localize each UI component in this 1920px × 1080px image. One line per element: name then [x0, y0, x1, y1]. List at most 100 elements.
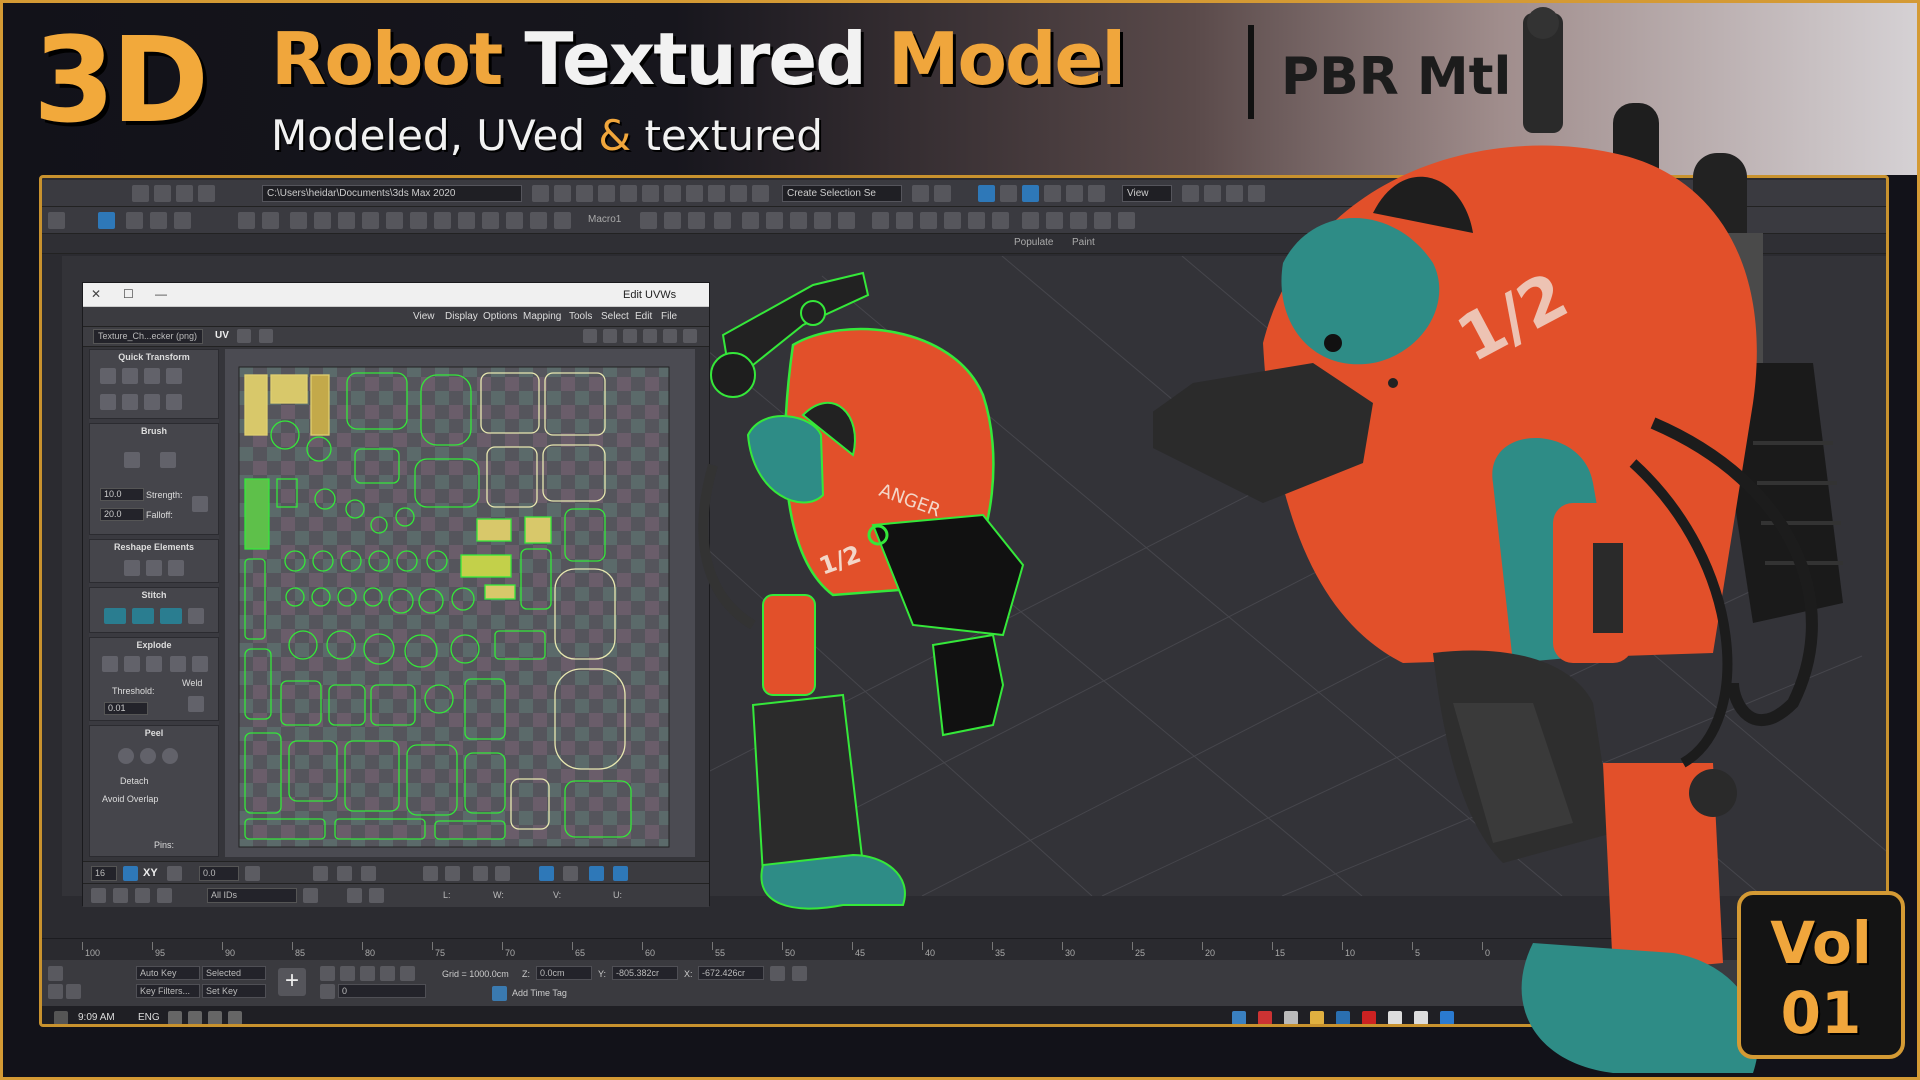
add-key-icon[interactable]: + [278, 968, 306, 996]
box-icon[interactable] [386, 212, 403, 229]
straighten-icon[interactable] [124, 560, 140, 576]
grid-icon[interactable] [410, 212, 427, 229]
snap-toggle-icon[interactable] [1022, 185, 1039, 202]
paint-icon[interactable] [347, 888, 362, 903]
camera-icon[interactable] [314, 212, 331, 229]
fur-icon[interactable] [920, 212, 937, 229]
selection-set-field[interactable]: Create Selection Se [782, 185, 902, 202]
expand-icon[interactable] [613, 866, 628, 881]
peel-reset-icon[interactable] [162, 748, 178, 764]
weld-selected-icon[interactable] [192, 656, 208, 672]
next-frame-icon[interactable] [340, 966, 355, 981]
edge-mode-icon[interactable] [313, 866, 328, 881]
named-sel-icon[interactable] [912, 185, 929, 202]
vfx-icon[interactable] [872, 212, 889, 229]
element-mode-icon[interactable] [361, 866, 376, 881]
scene-explorer-icon[interactable] [554, 185, 571, 202]
z-field[interactable]: 0.0cm [536, 966, 592, 980]
curve-editor-icon[interactable] [642, 185, 659, 202]
layer-manager-icon[interactable] [730, 185, 747, 202]
xy-label[interactable]: XY [143, 867, 158, 879]
cube-select-icon[interactable] [539, 866, 554, 881]
clock-icon[interactable] [640, 212, 657, 229]
sphere-icon-3[interactable] [174, 212, 191, 229]
list-icon[interactable] [664, 212, 681, 229]
menu-mapping[interactable]: Mapping [523, 311, 561, 322]
move-icon[interactable] [238, 212, 255, 229]
scale-uv-icon[interactable] [623, 329, 637, 343]
rotate-uv-icon[interactable] [603, 329, 617, 343]
minimize-icon[interactable]: — [155, 287, 167, 301]
zoom-extents-icon[interactable] [157, 888, 172, 903]
uv-canvas[interactable] [225, 349, 695, 857]
spinner-snap-icon[interactable] [978, 185, 995, 202]
fog-icon[interactable] [1046, 212, 1063, 229]
lock-selection-icon[interactable] [123, 866, 138, 881]
toggle-ribbon-icon[interactable] [752, 185, 769, 202]
texture-dropdown[interactable]: Texture_Ch...ecker (png) [93, 329, 203, 344]
volume-icon[interactable] [168, 1011, 182, 1024]
snowflake-icon[interactable] [303, 888, 318, 903]
align-icon[interactable] [100, 368, 116, 384]
menu-edit[interactable]: Edit [635, 311, 652, 322]
face-mode-icon[interactable] [337, 866, 352, 881]
mesh-light-icon[interactable] [1094, 212, 1111, 229]
rollout-header[interactable]: Explode [94, 640, 214, 652]
people-icon[interactable] [228, 1011, 242, 1024]
menu-tools[interactable]: Tools [569, 311, 592, 322]
quick-peel-icon[interactable] [118, 748, 134, 764]
freeform-icon[interactable] [643, 329, 657, 343]
link-icon[interactable] [176, 185, 193, 202]
goto-start-icon[interactable] [400, 966, 415, 981]
align-h-icon[interactable] [166, 368, 182, 384]
maximize-icon[interactable]: ☐ [123, 287, 134, 301]
network-icon[interactable] [188, 1011, 202, 1024]
explode-settings-icon[interactable] [146, 656, 162, 672]
select-move-icon[interactable] [1044, 185, 1061, 202]
ies-light-icon[interactable] [1070, 212, 1087, 229]
edit-named-sel-icon[interactable] [934, 185, 951, 202]
rollout-header[interactable]: Brush [94, 426, 214, 438]
tree-icon[interactable] [458, 212, 475, 229]
redo-icon[interactable] [154, 185, 171, 202]
absolute-mode-icon[interactable] [66, 984, 81, 999]
weld-target-icon[interactable] [170, 656, 186, 672]
break-icon[interactable] [124, 656, 140, 672]
time-config-icon[interactable] [320, 984, 335, 999]
falloff-curve-icon[interactable] [192, 496, 208, 512]
zoom-region-icon[interactable] [135, 888, 150, 903]
close-icon[interactable]: ✕ [91, 287, 101, 301]
play-icon[interactable] [360, 966, 375, 981]
brush-icon[interactable] [262, 212, 279, 229]
transform-type-icon[interactable] [792, 966, 807, 981]
rotate-cw-icon[interactable] [100, 394, 116, 410]
dome-light-icon[interactable] [968, 212, 985, 229]
sphere-icon[interactable] [126, 212, 143, 229]
pivot-uv-icon[interactable] [166, 394, 182, 410]
foliage-icon[interactable] [482, 212, 499, 229]
peel-mode-icon[interactable] [140, 748, 156, 764]
move-uv-icon[interactable] [583, 329, 597, 343]
add-time-tag[interactable]: Add Time Tag [512, 988, 567, 998]
prev-frame-icon[interactable] [380, 966, 395, 981]
flip-icon[interactable] [144, 394, 160, 410]
menu-display[interactable]: Display [445, 311, 478, 322]
key-filters-field[interactable]: Key Filters... [136, 984, 200, 998]
notification-icon[interactable] [54, 1011, 68, 1024]
relax-settings-icon[interactable] [168, 560, 184, 576]
proxy-icon[interactable] [896, 212, 913, 229]
frame-buffer-icon[interactable] [742, 212, 759, 229]
selected-field[interactable]: Selected [202, 966, 266, 980]
isolate-icon[interactable] [48, 984, 63, 999]
time-tag-icon[interactable] [492, 986, 507, 1001]
menu-view[interactable]: View [413, 311, 435, 322]
sphere-light-icon[interactable] [992, 212, 1009, 229]
offset-field[interactable]: 0.0 [199, 866, 239, 881]
x-field[interactable]: -672.426cr [698, 966, 764, 980]
angle-snap-icon[interactable] [1000, 185, 1017, 202]
undo-icon[interactable] [132, 185, 149, 202]
lock-icon[interactable] [369, 888, 384, 903]
foliage-icon-2[interactable] [506, 212, 523, 229]
stitch-avg-icon[interactable] [132, 608, 154, 624]
rollout-header[interactable]: Quick Transform [94, 352, 214, 364]
